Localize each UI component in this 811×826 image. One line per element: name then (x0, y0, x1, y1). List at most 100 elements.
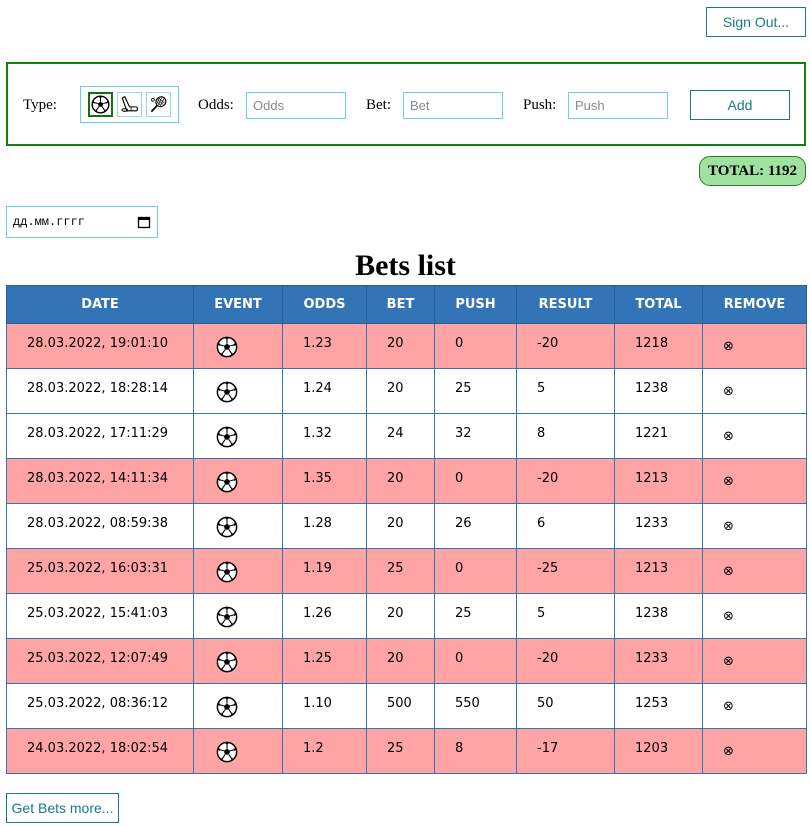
cell-total: 1233 (614, 503, 703, 549)
push-input[interactable] (568, 92, 668, 119)
cell-bet: 20 (366, 503, 435, 549)
cell-odds: 1.10 (282, 683, 367, 729)
cell-push: 0 (434, 548, 517, 594)
cell-push: 25 (434, 593, 517, 639)
cell-odds: 1.25 (282, 638, 367, 684)
remove-icon[interactable]: ⊗ (723, 654, 734, 669)
odds-label: Odds: (198, 97, 234, 113)
cell-date: 25.03.2022, 12:07:49 (6, 638, 194, 684)
cell-event (193, 323, 283, 369)
cell-event (193, 458, 283, 504)
col-header-total: TOTAL (614, 285, 703, 324)
get-more-bets-button[interactable]: Get Bets more... (6, 793, 119, 823)
cell-push: 0 (434, 323, 517, 369)
cell-bet: 20 (366, 638, 435, 684)
cell-remove: ⊗ (702, 593, 807, 639)
cell-event (193, 413, 283, 459)
cell-date: 28.03.2022, 18:28:14 (6, 368, 194, 414)
table-header-row: DATE EVENT ODDS BET PUSH RESULT TOTAL RE… (6, 285, 807, 324)
cell-remove: ⊗ (702, 368, 807, 414)
cell-date: 28.03.2022, 14:11:34 (6, 458, 194, 504)
type-selector (80, 86, 179, 123)
cell-total: 1238 (614, 368, 703, 414)
cell-push: 0 (434, 458, 517, 504)
col-header-bet: BET (366, 285, 435, 324)
col-header-event: EVENT (193, 285, 283, 324)
cell-remove: ⊗ (702, 548, 807, 594)
table-row: 25.03.2022, 15:41:03 1.26 20 25 5 1238 ⊗ (6, 593, 807, 639)
add-button[interactable]: Add (690, 90, 790, 120)
soccer-ball-icon (216, 696, 238, 718)
remove-icon[interactable]: ⊗ (723, 609, 734, 624)
cell-odds: 1.32 (282, 413, 367, 459)
cell-result: 6 (516, 503, 615, 549)
cell-result: -20 (516, 458, 615, 504)
cell-odds: 1.19 (282, 548, 367, 594)
type-hockey-button[interactable] (117, 92, 142, 117)
cell-remove: ⊗ (702, 638, 807, 684)
sign-out-button[interactable]: Sign Out... (706, 7, 806, 37)
date-filter-input[interactable]: дд.мм.гггг (6, 206, 158, 238)
cell-bet: 20 (366, 593, 435, 639)
cell-event (193, 683, 283, 729)
bets-table: DATE EVENT ODDS BET PUSH RESULT TOTAL RE… (6, 285, 807, 774)
remove-icon[interactable]: ⊗ (723, 519, 734, 534)
odds-input[interactable] (246, 92, 346, 119)
cell-total: 1213 (614, 458, 703, 504)
cell-odds: 1.2 (282, 728, 367, 774)
cell-remove: ⊗ (702, 413, 807, 459)
cell-odds: 1.26 (282, 593, 367, 639)
soccer-ball-icon (216, 606, 238, 628)
table-row: 25.03.2022, 08:36:12 1.10 500 550 50 1253 ⊗ (6, 683, 807, 729)
date-placeholder: дд.мм.гггг (13, 215, 86, 229)
cell-total: 1233 (614, 638, 703, 684)
cell-remove: ⊗ (702, 728, 807, 774)
col-header-date: DATE (6, 285, 194, 324)
remove-icon[interactable]: ⊗ (723, 744, 734, 759)
cell-total: 1213 (614, 548, 703, 594)
cell-date: 25.03.2022, 08:36:12 (6, 683, 194, 729)
soccer-ball-icon (216, 651, 238, 673)
table-row: 28.03.2022, 17:11:29 1.32 24 32 8 1221 ⊗ (6, 413, 807, 459)
type-tennis-button[interactable] (146, 92, 171, 117)
cell-total: 1203 (614, 728, 703, 774)
type-soccer-button[interactable] (88, 92, 113, 117)
remove-icon[interactable]: ⊗ (723, 699, 734, 714)
cell-event (193, 368, 283, 414)
cell-odds: 1.23 (282, 323, 367, 369)
remove-icon[interactable]: ⊗ (723, 339, 734, 354)
cell-bet: 25 (366, 728, 435, 774)
cell-date: 24.03.2022, 18:02:54 (6, 728, 194, 774)
calendar-icon[interactable] (137, 215, 151, 229)
table-row: 28.03.2022, 08:59:38 1.28 20 26 6 1233 ⊗ (6, 503, 807, 549)
col-header-push: PUSH (434, 285, 517, 324)
soccer-ball-icon (216, 381, 238, 403)
remove-icon[interactable]: ⊗ (723, 474, 734, 489)
cell-bet: 500 (366, 683, 435, 729)
cell-total: 1221 (614, 413, 703, 459)
cell-remove: ⊗ (702, 458, 807, 504)
bet-input[interactable] (403, 92, 503, 119)
table-row: 28.03.2022, 18:28:14 1.24 20 25 5 1238 ⊗ (6, 368, 807, 414)
remove-icon[interactable]: ⊗ (723, 564, 734, 579)
cell-remove: ⊗ (702, 683, 807, 729)
cell-result: 50 (516, 683, 615, 729)
remove-icon[interactable]: ⊗ (723, 429, 734, 444)
cell-push: 8 (434, 728, 517, 774)
col-header-odds: ODDS (282, 285, 367, 324)
cell-push: 25 (434, 368, 517, 414)
soccer-ball-icon (216, 561, 238, 583)
cell-event (193, 728, 283, 774)
cell-push: 0 (434, 638, 517, 684)
table-row: 28.03.2022, 14:11:34 1.35 20 0 -20 1213 ⊗ (6, 458, 807, 504)
cell-date: 28.03.2022, 19:01:10 (6, 323, 194, 369)
soccer-ball-icon (216, 741, 238, 763)
table-row: 28.03.2022, 19:01:10 1.23 20 0 -20 1218 ⊗ (6, 323, 807, 369)
cell-result: 8 (516, 413, 615, 459)
cell-date: 28.03.2022, 17:11:29 (6, 413, 194, 459)
cell-total: 1218 (614, 323, 703, 369)
cell-odds: 1.35 (282, 458, 367, 504)
soccer-ball-icon (216, 471, 238, 493)
remove-icon[interactable]: ⊗ (723, 384, 734, 399)
cell-bet: 20 (366, 368, 435, 414)
